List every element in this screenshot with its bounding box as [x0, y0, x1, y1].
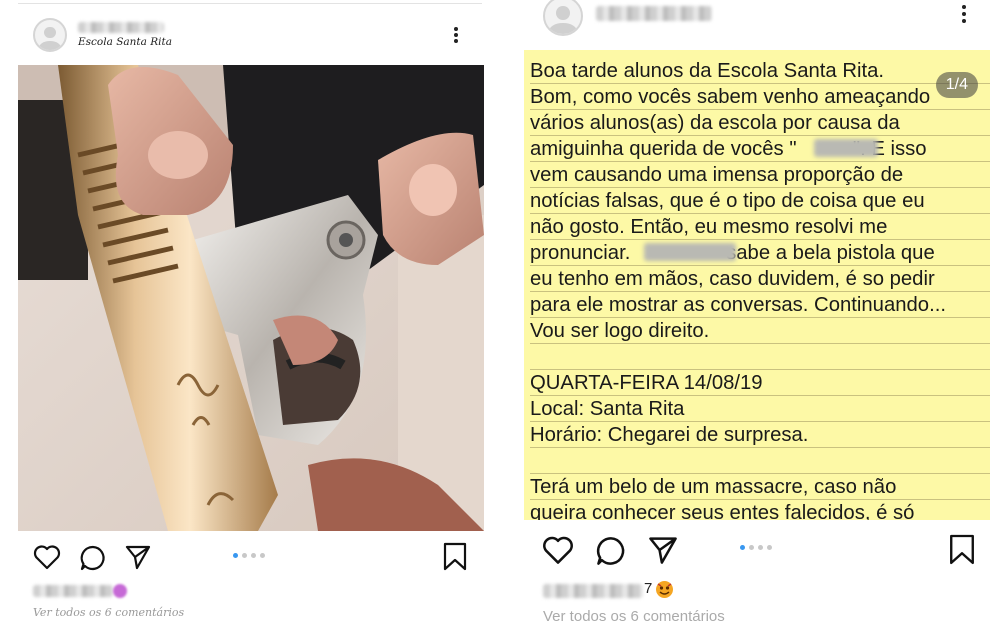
- emoji-icon: [656, 581, 673, 598]
- divider: [18, 3, 482, 4]
- post-location[interactable]: Escola Santa Rita: [78, 36, 172, 48]
- note-line: Boa tarde alunos da Escola Santa Rita.: [530, 60, 885, 82]
- note-line: eu tenho em mãos, caso duvidem, é so ped…: [530, 268, 935, 290]
- note-line: para ele mostrar as conversas. Continuan…: [530, 294, 946, 316]
- redacted-name: [644, 243, 736, 261]
- liker-username-redacted[interactable]: [543, 584, 643, 598]
- note-line: Vou ser logo direito.: [530, 320, 710, 342]
- avatar[interactable]: [543, 0, 583, 36]
- note-line: QUARTA-FEIRA 14/08/19: [530, 372, 763, 394]
- note-line: não gosto. Então, eu mesmo resolvi me: [530, 216, 888, 238]
- redacted-name: [814, 139, 878, 157]
- carousel-dot: [767, 545, 772, 550]
- post-image-threat-note: Boa tarde alunos da Escola Santa Rita. B…: [524, 50, 990, 520]
- carousel-indicator: [233, 553, 265, 558]
- bookmark-icon[interactable]: [948, 533, 976, 567]
- note-line: vem causando uma imensa proporção de: [530, 164, 904, 186]
- more-options-icon[interactable]: [453, 27, 459, 43]
- more-options-icon[interactable]: [961, 5, 967, 23]
- carousel-dot: [242, 553, 247, 558]
- note-line: Horário: Chegarei de surpresa.: [530, 424, 809, 446]
- right-post: Boa tarde alunos da Escola Santa Rita. B…: [510, 0, 1000, 622]
- view-comments-link[interactable]: Ver todos os 6 comentários: [543, 608, 725, 622]
- username-redacted[interactable]: [78, 22, 164, 33]
- divider: [500, 0, 510, 622]
- carousel-dot: [233, 553, 238, 558]
- liker-suffix: 7: [644, 580, 653, 597]
- post-image-pistol: [18, 65, 484, 531]
- emoji-icon: [113, 584, 127, 598]
- username-redacted[interactable]: [596, 6, 712, 21]
- note-text: Boa tarde alunos da Escola Santa Rita. B…: [530, 58, 990, 520]
- carousel-dot: [260, 553, 265, 558]
- liker-username-redacted[interactable]: [33, 585, 113, 597]
- comment-icon[interactable]: [79, 544, 107, 572]
- heart-icon[interactable]: [542, 535, 574, 565]
- carousel-dot: [758, 545, 763, 550]
- note-line: Local: Santa Rita: [530, 398, 685, 420]
- view-comments-link[interactable]: Ver todos os 6 comentários: [33, 606, 184, 619]
- note-line: queira conhecer seus entes falecidos, é …: [530, 502, 915, 520]
- comment-icon[interactable]: [595, 535, 627, 567]
- send-icon[interactable]: [647, 534, 679, 566]
- avatar[interactable]: [33, 18, 67, 52]
- carousel-dot: [251, 553, 256, 558]
- note-line: vários alunos(as) da escola por causa da: [530, 112, 900, 134]
- left-post: Escola Santa Rita Ver todos os 6 comentá…: [0, 0, 500, 622]
- slide-counter: 1/4: [935, 72, 978, 98]
- carousel-dot: [749, 545, 754, 550]
- note-line: Terá um belo de um massacre, caso não: [530, 476, 897, 498]
- note-line: Bom, como vocês sabem venho ameaçando: [530, 86, 931, 108]
- note-line: notícias falsas, que é o tipo de coisa q…: [530, 190, 925, 212]
- pistol-photo: [18, 65, 484, 531]
- carousel-dot: [740, 545, 745, 550]
- send-icon[interactable]: [124, 543, 152, 571]
- heart-icon[interactable]: [33, 544, 61, 570]
- carousel-indicator: [740, 545, 772, 550]
- bookmark-icon[interactable]: [442, 542, 468, 572]
